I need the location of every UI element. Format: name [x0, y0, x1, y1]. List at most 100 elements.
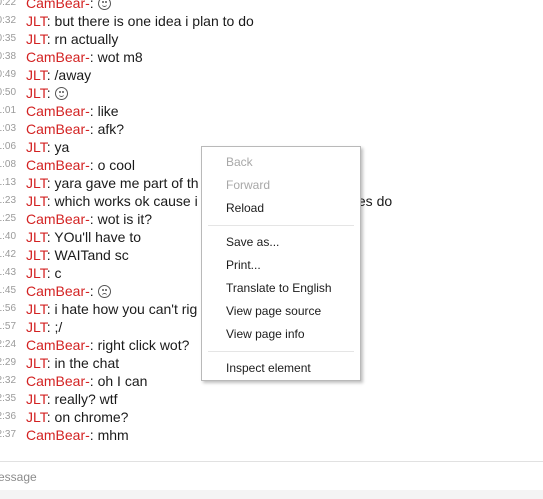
- timestamp: 52:37: [0, 429, 17, 440]
- separator: :: [46, 301, 55, 317]
- timestamp: 51:23: [0, 195, 17, 206]
- username[interactable]: JLT: [26, 67, 47, 83]
- username[interactable]: CamBear-: [26, 0, 90, 11]
- timestamp: 51:06: [0, 141, 17, 152]
- chat-message: 52:37 CamBear-: mhm: [0, 426, 543, 444]
- timestamp: 51:42: [0, 249, 17, 260]
- username[interactable]: CamBear-: [26, 427, 90, 443]
- menu-item-inspect-element[interactable]: Inspect element: [226, 359, 311, 377]
- separator: :: [46, 175, 55, 191]
- username[interactable]: JLT: [26, 301, 47, 317]
- message-text: yara gave me part of th: [54, 175, 199, 191]
- username[interactable]: CamBear-: [26, 337, 90, 353]
- username[interactable]: JLT: [26, 139, 47, 155]
- message-text: oh I can: [97, 373, 148, 389]
- chat-message: 52:36 JLT: on chrome?: [0, 408, 543, 426]
- timestamp: 52:29: [0, 357, 17, 368]
- message-input[interactable]: [0, 467, 530, 487]
- timestamp: 51:43: [0, 267, 17, 278]
- message-text: c: [54, 265, 62, 281]
- frown-icon: [97, 285, 111, 298]
- menu-item-translate[interactable]: Translate to English: [226, 279, 332, 297]
- context-menu: Back Forward Reload Save as... Print... …: [201, 146, 361, 381]
- separator: :: [89, 283, 98, 299]
- menu-item-save-as[interactable]: Save as...: [226, 233, 279, 251]
- separator: :: [46, 139, 55, 155]
- separator: :: [89, 427, 98, 443]
- username[interactable]: JLT: [26, 409, 47, 425]
- username[interactable]: CamBear-: [26, 121, 90, 137]
- separator: :: [46, 31, 55, 47]
- timestamp: 50:38: [0, 51, 17, 62]
- separator: :: [89, 121, 98, 137]
- username[interactable]: JLT: [26, 319, 47, 335]
- message-text: but there is one idea i plan to do: [54, 13, 254, 29]
- menu-item-forward[interactable]: Forward: [226, 176, 270, 194]
- separator: :: [46, 193, 55, 209]
- username[interactable]: CamBear-: [26, 49, 90, 65]
- bottom-strip: [0, 490, 543, 499]
- username[interactable]: JLT: [26, 355, 47, 371]
- timestamp: 51:56: [0, 303, 17, 314]
- smile-icon: [54, 87, 68, 100]
- message-text: wot m8: [97, 49, 143, 65]
- message-text: o cool: [97, 157, 135, 173]
- username[interactable]: JLT: [26, 265, 47, 281]
- timestamp: 51:08: [0, 159, 17, 170]
- message-text: mhm: [97, 427, 129, 443]
- menu-item-print[interactable]: Print...: [226, 256, 261, 274]
- separator: :: [89, 49, 98, 65]
- username[interactable]: CamBear-: [26, 103, 90, 119]
- chat-message: 52:35 JLT: really? wtf: [0, 390, 543, 408]
- separator: :: [89, 157, 98, 173]
- timestamp: 52:32: [0, 375, 17, 386]
- timestamp: 52:35: [0, 393, 17, 404]
- chat-message: 50:32 JLT: but there is one idea i plan …: [0, 12, 543, 30]
- timestamp: 51:13: [0, 177, 17, 188]
- username[interactable]: JLT: [26, 247, 47, 263]
- message-text: which works ok cause i: [54, 193, 198, 209]
- timestamp: 51:40: [0, 231, 17, 242]
- message-text: ;/: [54, 319, 63, 335]
- separator: :: [46, 355, 55, 371]
- username[interactable]: CamBear-: [26, 211, 90, 227]
- chat-message: 51:03 CamBear-: afk?: [0, 120, 543, 138]
- timestamp: 52:24: [0, 339, 17, 350]
- separator: :: [89, 373, 98, 389]
- username[interactable]: JLT: [26, 193, 47, 209]
- username[interactable]: JLT: [26, 175, 47, 191]
- timestamp: 50:32: [0, 15, 17, 26]
- message-text: on chrome?: [54, 409, 129, 425]
- separator: :: [46, 409, 55, 425]
- smile-icon: [97, 0, 111, 10]
- username[interactable]: JLT: [26, 13, 47, 29]
- timestamp: 50:35: [0, 33, 17, 44]
- separator: :: [46, 67, 55, 83]
- timestamp: 51:45: [0, 285, 17, 296]
- separator: :: [46, 391, 55, 407]
- separator: :: [46, 85, 55, 101]
- menu-item-view-page-source[interactable]: View page source: [226, 302, 321, 320]
- chat-message: 50:35 JLT: rn actually: [0, 30, 543, 48]
- message-text: in the chat: [54, 355, 120, 371]
- username[interactable]: JLT: [26, 31, 47, 47]
- timestamp: 51:25: [0, 213, 17, 224]
- username[interactable]: CamBear-: [26, 157, 90, 173]
- message-text: really? wtf: [54, 391, 118, 407]
- menu-item-reload[interactable]: Reload: [226, 199, 264, 217]
- username[interactable]: JLT: [26, 391, 47, 407]
- menu-item-back[interactable]: Back: [226, 153, 253, 171]
- timestamp: 50:49: [0, 69, 17, 80]
- separator: :: [46, 319, 55, 335]
- menu-item-view-page-info[interactable]: View page info: [226, 325, 305, 343]
- separator: :: [46, 265, 55, 281]
- username[interactable]: JLT: [26, 85, 47, 101]
- username[interactable]: JLT: [26, 229, 47, 245]
- username[interactable]: CamBear-: [26, 373, 90, 389]
- separator: :: [89, 103, 98, 119]
- separator: :: [89, 337, 98, 353]
- timestamp: 50:50: [0, 87, 17, 98]
- timestamp: 51:03: [0, 123, 17, 134]
- message-input-bar: [0, 461, 543, 491]
- username[interactable]: CamBear-: [26, 283, 90, 299]
